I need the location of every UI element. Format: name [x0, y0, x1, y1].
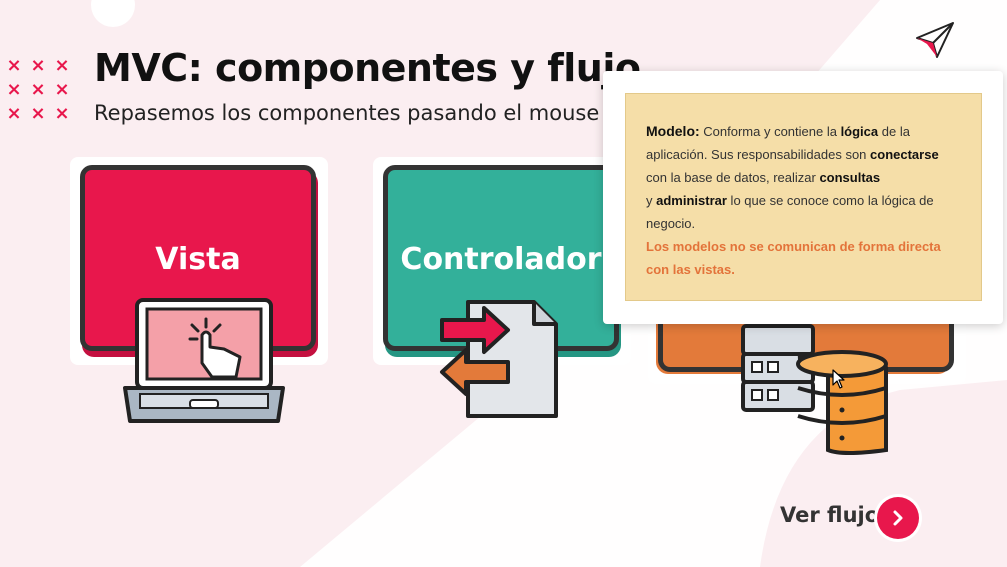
model-tooltip-content: Modelo: Conforma y contiene la lógica de… [625, 93, 982, 301]
mouse-cursor-icon [832, 369, 845, 389]
dot: × [30, 79, 46, 100]
dot: × [6, 79, 22, 100]
dot: × [54, 79, 70, 100]
decorative-dots: × × × × × × × × × [2, 54, 74, 126]
tooltip-bold-logica: lógica [840, 124, 879, 139]
file-transfer-icon [440, 300, 558, 418]
dot: × [30, 55, 46, 76]
tooltip-text: y [646, 193, 657, 208]
tooltip-bold-consultas: consultas [819, 170, 881, 185]
card-controlador-label: Controlador [400, 242, 602, 277]
tooltip-text: con la base de datos, realizar [646, 170, 820, 185]
ver-flujo-label[interactable]: Ver flujo [780, 503, 879, 527]
laptop-touch-icon [123, 298, 285, 423]
dot: × [54, 103, 70, 124]
tooltip-bold-administrar: administrar [656, 193, 727, 208]
tooltip-text: Conforma y contiene la [699, 124, 841, 139]
card-vista-label: Vista [155, 242, 241, 277]
dot: × [54, 55, 70, 76]
dot: × [30, 103, 46, 124]
send-icon[interactable] [913, 20, 957, 60]
tooltip-warning: Los modelos no se comunican de forma dir… [646, 239, 941, 277]
tooltip-bold-conectarse: conectarse [870, 147, 939, 162]
dot: × [6, 55, 22, 76]
model-tooltip: Modelo: Conforma y contiene la lógica de… [603, 71, 1003, 324]
next-button[interactable] [877, 497, 919, 539]
tooltip-heading: Modelo: [646, 123, 700, 139]
chevron-right-icon [893, 510, 903, 526]
page-subtitle: Repasemos los componentes pasando el mou… [94, 101, 614, 125]
server-database-icon [741, 324, 888, 455]
dot: × [6, 103, 22, 124]
page-title: MVC: componentes y flujo [94, 46, 641, 90]
